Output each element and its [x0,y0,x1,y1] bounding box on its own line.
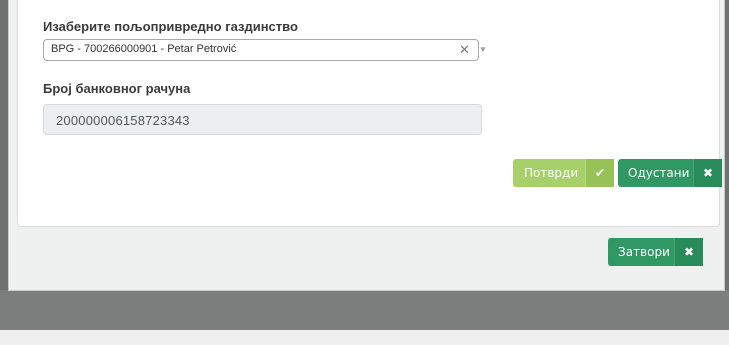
times-icon: ✖ [693,159,722,187]
cancel-button-label: Одустани [628,166,690,180]
modal-dialog: Изаберите пољопривредно газдинство BPG -… [8,0,725,291]
account-number-field: 200000006158723343 [43,104,482,135]
confirm-button[interactable]: Потврди ✔ [513,159,614,187]
modal-backdrop-lower [0,290,729,330]
holding-select-value: BPG - 700266000901 - Petar Petrović [51,43,237,55]
confirm-button-label: Потврди [524,166,579,180]
holding-label: Изаберите пољопривредно газдинство [43,19,298,34]
account-number-value: 200000006158723343 [56,113,190,128]
check-icon: ✔ [585,159,614,187]
clear-icon[interactable]: ✕ [459,42,470,58]
close-button[interactable]: Затвори ✖ [608,238,703,266]
form-panel: Изаберите пољопривредно газдинство BPG -… [17,0,722,227]
close-button-label: Затвори [618,245,670,259]
times-icon: ✖ [674,238,703,266]
cancel-button[interactable]: Одустани ✖ [618,159,722,187]
account-label: Број банковног рачуна [43,81,191,96]
caret-down-icon[interactable]: ▼ [479,45,487,54]
holding-select[interactable]: BPG - 700266000901 - Petar Petrović ✕ ▼ [43,39,487,61]
